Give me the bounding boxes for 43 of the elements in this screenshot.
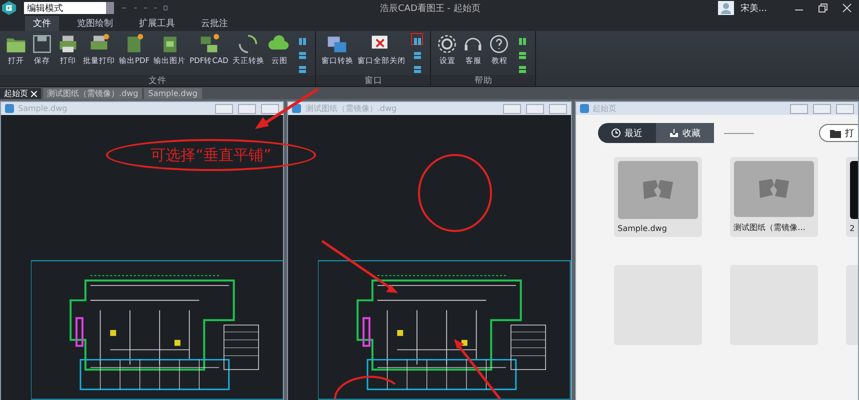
settings-icon <box>436 33 458 55</box>
quick-access-icon <box>120 4 170 12</box>
broken-image-icon <box>640 178 675 202</box>
refresh-icon <box>237 33 260 55</box>
mode-dropdown[interactable]: 编辑模式 <box>24 2 114 14</box>
open-button[interactable]: 打 <box>818 124 858 142</box>
start-page-tab[interactable]: 最近 <box>598 123 656 143</box>
ribbon-tab[interactable]: 览图绘制 <box>69 16 121 31</box>
ribbon-tab[interactable]: 文件 <box>25 16 59 31</box>
document-icon <box>580 104 589 113</box>
group-label: 文件 <box>0 75 316 86</box>
file-name: Sample.dwg <box>618 224 668 233</box>
ribbon-tab[interactable]: 云批注 <box>193 16 236 31</box>
document-icon <box>5 104 14 113</box>
group-label: 帮助 <box>431 75 536 86</box>
annotation-arrow <box>454 339 501 400</box>
document-tab[interactable]: 起始页 <box>0 88 41 99</box>
tray-icon <box>668 128 679 138</box>
file-card[interactable]: 测试图纸（需镜像... <box>730 157 818 237</box>
printer-icon <box>57 33 79 55</box>
start-page-tab[interactable]: 收藏 <box>656 123 714 143</box>
child-window-title: 起始页 <box>592 103 617 114</box>
ribbon-tab[interactable]: 扩展工具 <box>131 16 183 31</box>
restore-icon[interactable] <box>817 2 829 14</box>
file-card[interactable]: Sample.dwg <box>614 157 702 237</box>
small-tool-icon[interactable] <box>411 33 424 45</box>
help-icon <box>488 33 510 55</box>
convert-icon <box>198 33 220 55</box>
user-name: 宋美... <box>740 2 767 14</box>
clock-icon <box>610 128 621 138</box>
annotation-curve <box>334 376 396 400</box>
file-name: 测试图纸（需镜像... <box>734 222 806 233</box>
broken-image-icon <box>756 177 791 201</box>
app-logo-icon <box>0 0 18 16</box>
child-window-title: Sample.dwg <box>18 104 68 113</box>
close-icon[interactable] <box>841 2 853 14</box>
file-name: 2 <box>850 224 856 233</box>
folder-icon <box>830 128 841 138</box>
window-title: 浩辰CAD看图王 - 起始页 <box>380 2 480 15</box>
file-card[interactable]: 2 <box>846 157 858 237</box>
callout-label: 可选择“垂直平铺” <box>106 139 316 171</box>
group-label: 窗口 <box>316 75 430 86</box>
child-window-title: 测试图纸（需镜像）.dwg <box>305 103 397 114</box>
